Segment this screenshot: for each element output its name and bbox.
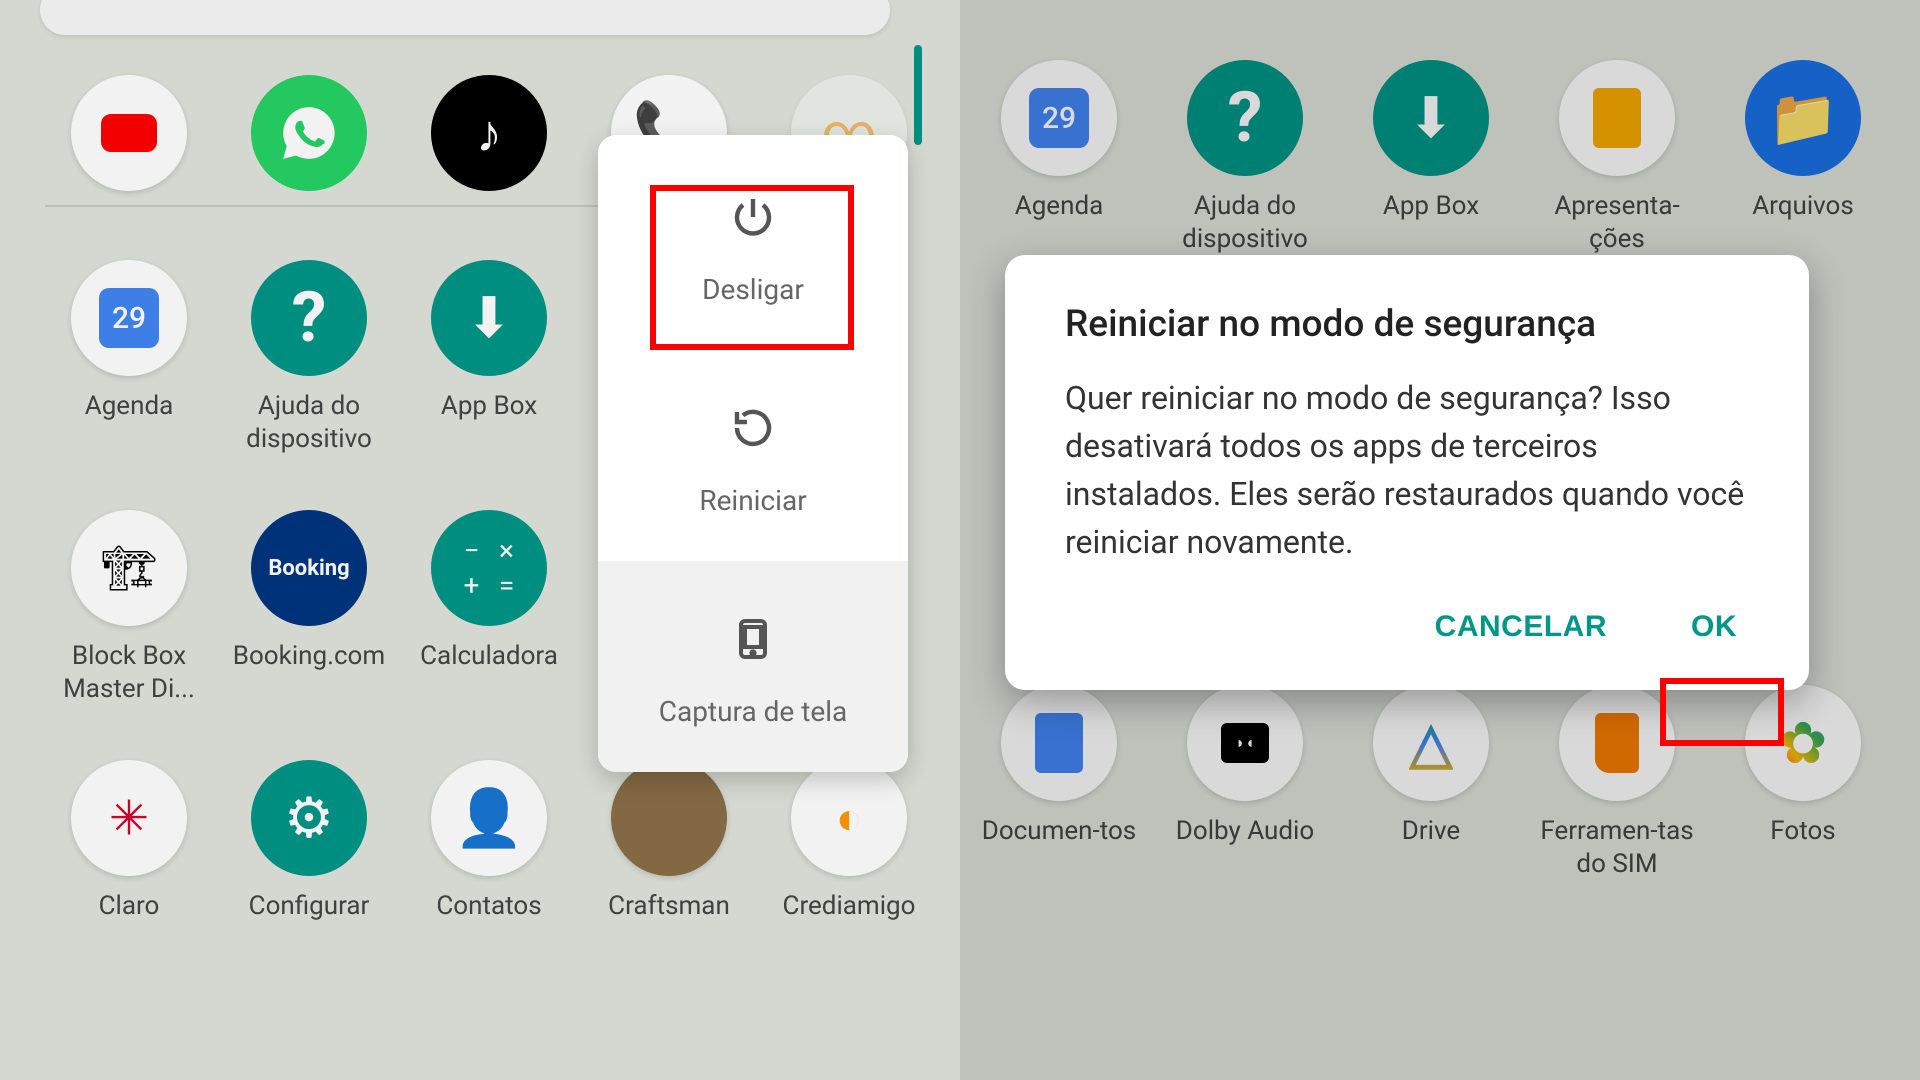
- youtube-icon: [71, 75, 187, 191]
- app-booking[interactable]: Booking Booking.com: [225, 510, 393, 705]
- app-drive[interactable]: Drive: [1342, 685, 1520, 880]
- blockbox-icon: 🏗: [71, 510, 187, 626]
- app-appbox[interactable]: ⬇ App Box: [1342, 60, 1520, 255]
- app-youtube[interactable]: [45, 75, 213, 205]
- screenshot-label: Captura de tela: [659, 695, 848, 728]
- app-craftsman[interactable]: Craftsman: [585, 760, 753, 923]
- app-docs[interactable]: Documen-tos: [970, 685, 1148, 880]
- app-agenda[interactable]: 29 Agenda: [45, 260, 213, 455]
- screenshot-button[interactable]: Captura de tela: [598, 561, 908, 772]
- booking-icon: Booking: [251, 510, 367, 626]
- restart-label: Reiniciar: [699, 484, 806, 517]
- app-crediamigo[interactable]: ◐ Crediamigo: [765, 760, 933, 923]
- app-label: Configurar: [249, 890, 370, 923]
- app-slides[interactable]: Apresenta-ções: [1528, 60, 1706, 255]
- safe-mode-dialog: Reiniciar no modo de segurança Quer rein…: [1005, 255, 1809, 690]
- highlight-box: [1660, 678, 1784, 746]
- app-settings[interactable]: ⚙ Configurar: [225, 760, 393, 923]
- app-claro[interactable]: Claro: [45, 760, 213, 923]
- drive-icon: [1373, 685, 1489, 801]
- app-label: App Box: [1383, 190, 1479, 223]
- dialog-actions: CANCELAR OK: [1065, 600, 1749, 654]
- app-files[interactable]: 📁 Arquivos: [1714, 60, 1892, 255]
- crediamigo-icon: ◐: [791, 760, 907, 876]
- app-dolby[interactable]: ◗◖ Dolby Audio: [1156, 685, 1334, 880]
- help-icon: ?: [1187, 60, 1303, 176]
- app-label: Drive: [1402, 815, 1460, 848]
- app-contacts[interactable]: Contatos: [405, 760, 573, 923]
- app-help[interactable]: ? Ajuda do dispositivo: [225, 260, 393, 455]
- app-label: Contatos: [436, 890, 541, 923]
- slides-icon: [1559, 60, 1675, 176]
- app-label: Craftsman: [608, 890, 730, 923]
- calendar-icon: 29: [1001, 60, 1117, 176]
- app-calculator[interactable]: −×+= Calculadora: [405, 510, 573, 705]
- screenshot-right: 29 Agenda ? Ajuda do dispositivo ⬇ App B…: [960, 0, 1920, 1080]
- help-icon: ?: [251, 260, 367, 376]
- dialog-body: Quer reiniciar no modo de segurança? Iss…: [1065, 374, 1749, 566]
- screenshot-icon: [729, 615, 777, 671]
- appbox-icon: ⬇: [431, 260, 547, 376]
- appbox-icon: ⬇: [1373, 60, 1489, 176]
- dialog-title: Reiniciar no modo de segurança: [1065, 303, 1749, 346]
- app-label: Fotos: [1770, 815, 1835, 848]
- app-label: App Box: [441, 390, 537, 423]
- search-bar[interactable]: [40, 0, 890, 35]
- app-label: Claro: [99, 890, 160, 923]
- claro-icon: [71, 760, 187, 876]
- highlight-box: [650, 185, 854, 350]
- calendar-icon: 29: [71, 260, 187, 376]
- app-label: Block Box Master Di...: [45, 640, 213, 705]
- folder-icon: 📁: [1745, 60, 1861, 176]
- app-label: Ajuda do dispositivo: [225, 390, 393, 455]
- whatsapp-icon: [251, 75, 367, 191]
- docs-icon: [1001, 685, 1117, 801]
- contacts-icon: [431, 760, 547, 876]
- app-label: Agenda: [1015, 190, 1104, 223]
- craftsman-icon: [611, 760, 727, 876]
- restart-button[interactable]: Reiniciar: [598, 350, 908, 561]
- tiktok-icon: ♪: [431, 75, 547, 191]
- app-label: Ajuda do dispositivo: [1160, 190, 1330, 255]
- app-label: Booking.com: [233, 640, 385, 673]
- app-label: Dolby Audio: [1176, 815, 1314, 848]
- calculator-icon: −×+=: [431, 510, 547, 626]
- app-whatsapp[interactable]: [225, 75, 393, 205]
- ok-button[interactable]: OK: [1679, 600, 1749, 654]
- app-label: Apresenta-ções: [1532, 190, 1702, 255]
- app-appbox[interactable]: ⬇ App Box: [405, 260, 573, 455]
- dolby-icon: ◗◖: [1187, 685, 1303, 801]
- app-blockbox[interactable]: 🏗 Block Box Master Di...: [45, 510, 213, 705]
- scroll-indicator[interactable]: [914, 45, 922, 145]
- app-label: Documen-tos: [982, 815, 1136, 848]
- app-agenda[interactable]: 29 Agenda: [970, 60, 1148, 255]
- sim-icon: [1559, 685, 1675, 801]
- app-label: Arquivos: [1752, 190, 1854, 223]
- app-label: Crediamigo: [783, 890, 916, 923]
- app-help[interactable]: ? Ajuda do dispositivo: [1156, 60, 1334, 255]
- restart-icon: [729, 404, 777, 460]
- cancel-button[interactable]: CANCELAR: [1423, 600, 1619, 654]
- app-label: Calculadora: [420, 640, 558, 673]
- app-label: Ferramen-tas do SIM: [1532, 815, 1702, 880]
- app-label: Agenda: [85, 390, 174, 423]
- gear-icon: ⚙: [251, 760, 367, 876]
- screenshot-left: ♪ ∞ 29 Agenda ? Ajuda do dispositivo ⬇ A…: [0, 0, 960, 1080]
- app-tiktok[interactable]: ♪: [405, 75, 573, 205]
